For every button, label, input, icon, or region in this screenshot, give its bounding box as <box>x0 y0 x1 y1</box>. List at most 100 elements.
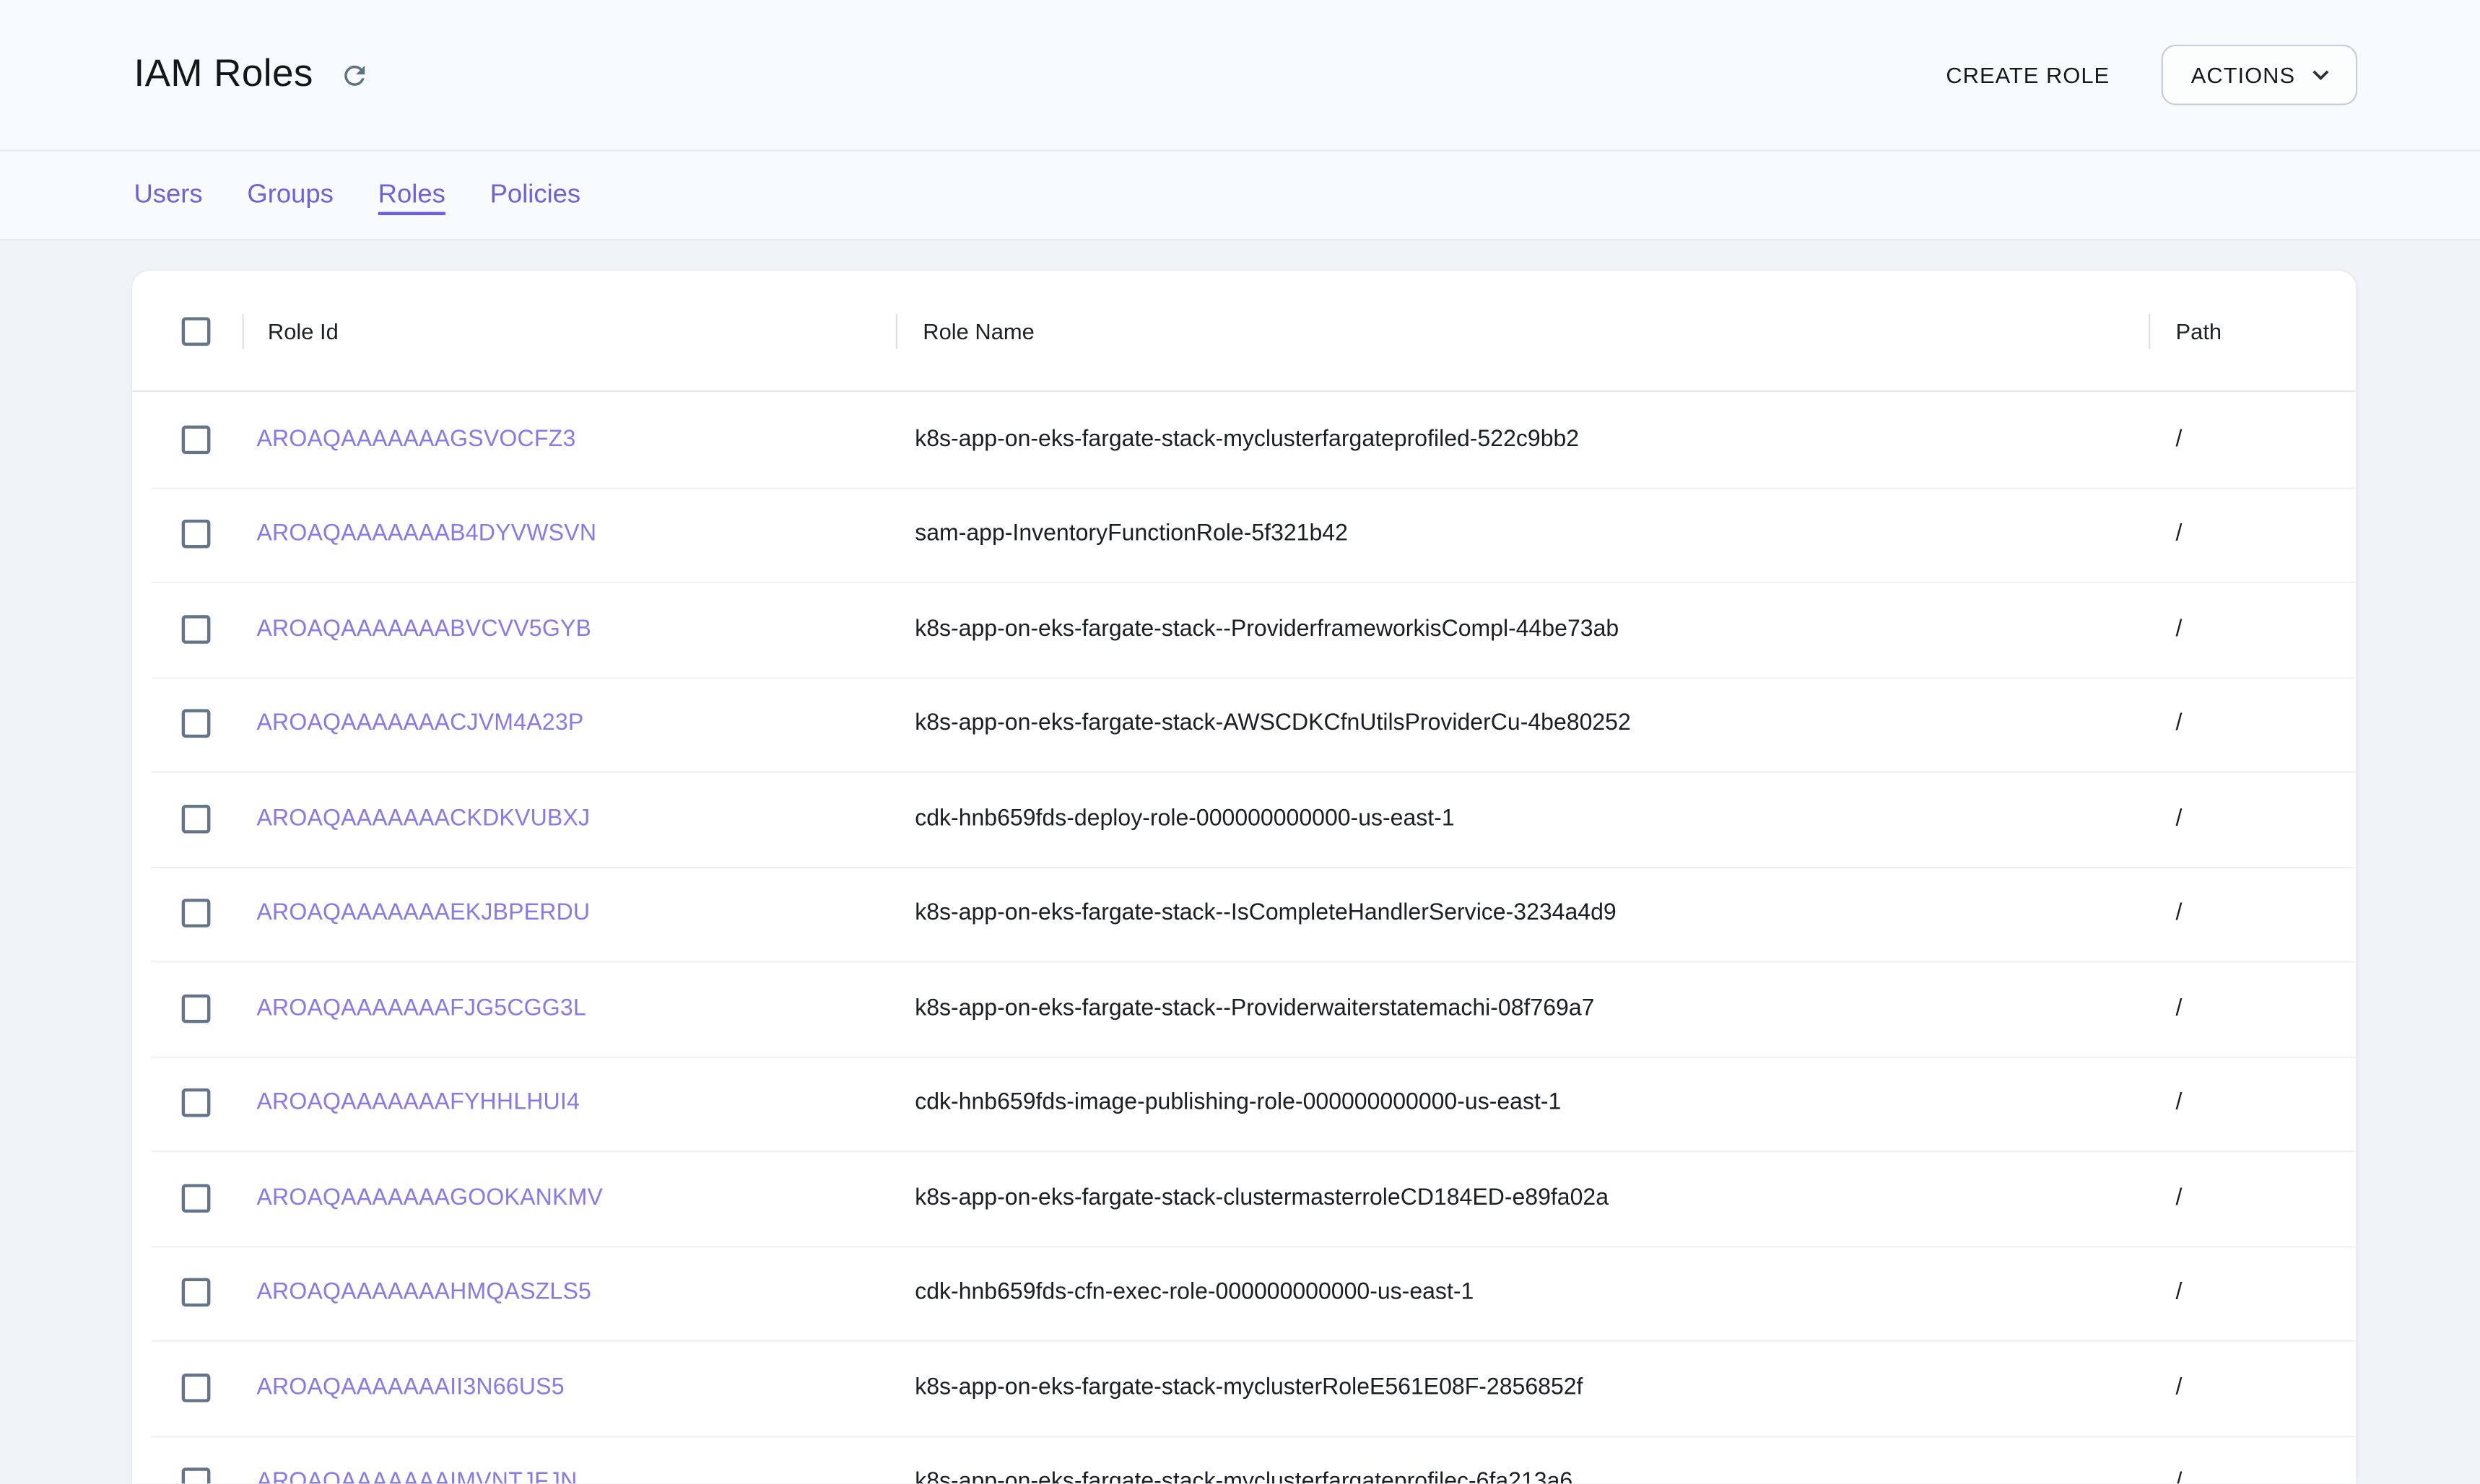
row-checkbox[interactable] <box>182 1278 211 1307</box>
row-checkbox-cell <box>132 1184 244 1213</box>
role-id-cell: AROAQAAAAAAAIMVNTJFJN <box>244 1470 897 1484</box>
column-header-role-name[interactable]: Role Name <box>897 318 2150 343</box>
path-cell: / <box>2150 1280 2356 1305</box>
path-cell: / <box>2150 616 2356 642</box>
path-cell: / <box>2150 521 2356 546</box>
role-id-cell: AROAQAAAAAAAGOOKANKMV <box>244 1185 897 1210</box>
role-id-cell: AROAQAAAAAAAFJG5CGG3L <box>244 995 897 1021</box>
row-checkbox-cell <box>132 994 244 1023</box>
role-id-link[interactable]: AROAQAAAAAAAGSVOCFZ3 <box>256 427 575 452</box>
role-id-link[interactable]: AROAQAAAAAAAEKJBPERDU <box>256 901 590 926</box>
table-row: AROAQAAAAAAAIMVNTJFJN k8s-app-on-eks-far… <box>132 1435 2356 1484</box>
create-role-button[interactable]: CREATE ROLE <box>1920 48 2135 102</box>
role-name-cell: k8s-app-on-eks-fargate-stack--IsComplete… <box>897 901 2150 926</box>
actions-button[interactable]: ACTIONS <box>2161 45 2357 105</box>
path-cell: / <box>2150 1185 2356 1210</box>
refresh-button[interactable] <box>332 53 377 97</box>
row-checkbox[interactable] <box>182 899 211 928</box>
row-checkbox[interactable] <box>182 1184 211 1213</box>
role-name-cell: k8s-app-on-eks-fargate-stack-clustermast… <box>897 1185 2150 1210</box>
tab-groups[interactable]: Groups <box>247 180 333 210</box>
path-cell: / <box>2150 427 2356 452</box>
row-checkbox[interactable] <box>182 1373 211 1402</box>
path-cell: / <box>2150 711 2356 736</box>
table-row: AROAQAAAAAAAGSVOCFZ3 k8s-app-on-eks-farg… <box>132 392 2356 486</box>
row-checkbox-cell <box>132 710 244 738</box>
role-id-cell: AROAQAAAAAAAII3N66US5 <box>244 1375 897 1400</box>
role-id-link[interactable]: AROAQAAAAAAAGOOKANKMV <box>256 1185 603 1210</box>
path-cell: / <box>2150 901 2356 926</box>
role-id-link[interactable]: AROAQAAAAAAACKDKVUBXJ <box>256 806 590 832</box>
column-separator <box>896 313 897 349</box>
row-checkbox[interactable] <box>182 520 211 549</box>
role-name-cell: cdk-hnb659fds-cfn-exec-role-000000000000… <box>897 1280 2150 1305</box>
table-row: AROAQAAAAAAACKDKVUBXJ cdk-hnb659fds-depl… <box>132 772 2356 866</box>
row-checkbox[interactable] <box>182 804 211 833</box>
table-row: AROAQAAAAAAACJVM4A23P k8s-app-on-eks-far… <box>132 676 2356 771</box>
role-name-cell: sam-app-InventoryFunctionRole-5f321b42 <box>897 521 2150 546</box>
table-row: AROAQAAAAAAAHMQASZLS5 cdk-hnb659fds-cfn-… <box>132 1245 2356 1340</box>
roles-table-card: Role Id Role Name Path AROAQAAAAAAAGSVOC… <box>131 269 2357 1484</box>
role-id-link[interactable]: AROAQAAAAAAAII3N66US5 <box>256 1375 564 1400</box>
iam-tab-bar: Users Groups Roles Policies <box>0 152 2480 241</box>
row-checkbox-cell <box>132 899 244 928</box>
row-checkbox[interactable] <box>182 1468 211 1484</box>
role-id-cell: AROAQAAAAAAACJVM4A23P <box>244 711 897 736</box>
tab-roles[interactable]: Roles <box>378 180 445 210</box>
tab-users[interactable]: Users <box>134 180 202 210</box>
row-checkbox-cell <box>132 1088 244 1117</box>
row-checkbox-cell <box>132 1373 244 1402</box>
role-id-link[interactable]: AROAQAAAAAAAB4DYVWSVN <box>256 521 596 546</box>
row-checkbox-cell <box>132 615 244 644</box>
row-checkbox[interactable] <box>182 615 211 644</box>
row-checkbox-cell <box>132 520 244 549</box>
header-checkbox-cell <box>132 316 244 345</box>
row-checkbox[interactable] <box>182 425 211 454</box>
path-cell: / <box>2150 1375 2356 1400</box>
role-id-link[interactable]: AROAQAAAAAAAFJG5CGG3L <box>256 995 586 1021</box>
row-checkbox[interactable] <box>182 994 211 1023</box>
role-id-link[interactable]: AROAQAAAAAAAHMQASZLS5 <box>256 1280 591 1305</box>
path-cell: / <box>2150 1091 2356 1116</box>
actions-button-label: ACTIONS <box>2191 62 2295 87</box>
table-row: AROAQAAAAAAAFJG5CGG3L k8s-app-on-eks-far… <box>132 961 2356 1055</box>
select-all-checkbox[interactable] <box>182 316 211 345</box>
table-row: AROAQAAAAAAABVCVV5GYB k8s-app-on-eks-far… <box>132 582 2356 676</box>
role-name-cell: k8s-app-on-eks-fargate-stack-myclusterfa… <box>897 1470 2150 1484</box>
table-header-row: Role Id Role Name Path <box>132 271 2356 392</box>
row-checkbox[interactable] <box>182 710 211 738</box>
row-checkbox-cell <box>132 1278 244 1307</box>
path-cell: / <box>2150 995 2356 1021</box>
iam-roles-page: IAM Roles CREATE ROLE ACTIONS Users Grou… <box>0 0 2480 1484</box>
row-checkbox-cell <box>132 425 244 454</box>
table-row: AROAQAAAAAAAFYHHLHUI4 cdk-hnb659fds-imag… <box>132 1056 2356 1151</box>
role-id-link[interactable]: AROAQAAAAAAABVCVV5GYB <box>256 616 591 642</box>
row-checkbox-cell <box>132 804 244 833</box>
page-title: IAM Roles <box>134 53 313 97</box>
role-name-cell: cdk-hnb659fds-image-publishing-role-0000… <box>897 1091 2150 1116</box>
role-id-cell: AROAQAAAAAAAEKJBPERDU <box>244 901 897 926</box>
main-content: Role Id Role Name Path AROAQAAAAAAAGSVOC… <box>0 240 2480 1484</box>
path-cell: / <box>2150 806 2356 832</box>
top-bar: IAM Roles CREATE ROLE ACTIONS <box>0 0 2480 152</box>
role-id-cell: AROAQAAAAAAAGSVOCFZ3 <box>244 427 897 452</box>
column-header-path[interactable]: Path <box>2150 318 2356 343</box>
table-row: AROAQAAAAAAAII3N66US5 k8s-app-on-eks-far… <box>132 1340 2356 1435</box>
table-row: AROAQAAAAAAAB4DYVWSVN sam-app-InventoryF… <box>132 486 2356 581</box>
chevron-down-icon <box>2305 59 2336 91</box>
role-id-cell: AROAQAAAAAAACKDKVUBXJ <box>244 806 897 832</box>
role-id-link[interactable]: AROAQAAAAAAAFYHHLHUI4 <box>256 1091 580 1116</box>
column-separator <box>2149 313 2150 349</box>
role-id-link[interactable]: AROAQAAAAAAACJVM4A23P <box>256 711 583 736</box>
role-id-cell: AROAQAAAAAAABVCVV5GYB <box>244 616 897 642</box>
role-name-cell: cdk-hnb659fds-deploy-role-000000000000-u… <box>897 806 2150 832</box>
role-id-link[interactable]: AROAQAAAAAAAIMVNTJFJN <box>256 1470 577 1484</box>
role-name-cell: k8s-app-on-eks-fargate-stack--Providerfr… <box>897 616 2150 642</box>
tab-policies[interactable]: Policies <box>490 180 581 210</box>
role-name-cell: k8s-app-on-eks-fargate-stack-myclusterfa… <box>897 427 2150 452</box>
refresh-icon <box>339 60 370 90</box>
role-id-cell: AROAQAAAAAAAFYHHLHUI4 <box>244 1091 897 1116</box>
column-header-role-id[interactable]: Role Id <box>244 318 897 343</box>
role-name-cell: k8s-app-on-eks-fargate-stack-myclusterRo… <box>897 1375 2150 1400</box>
row-checkbox[interactable] <box>182 1088 211 1117</box>
